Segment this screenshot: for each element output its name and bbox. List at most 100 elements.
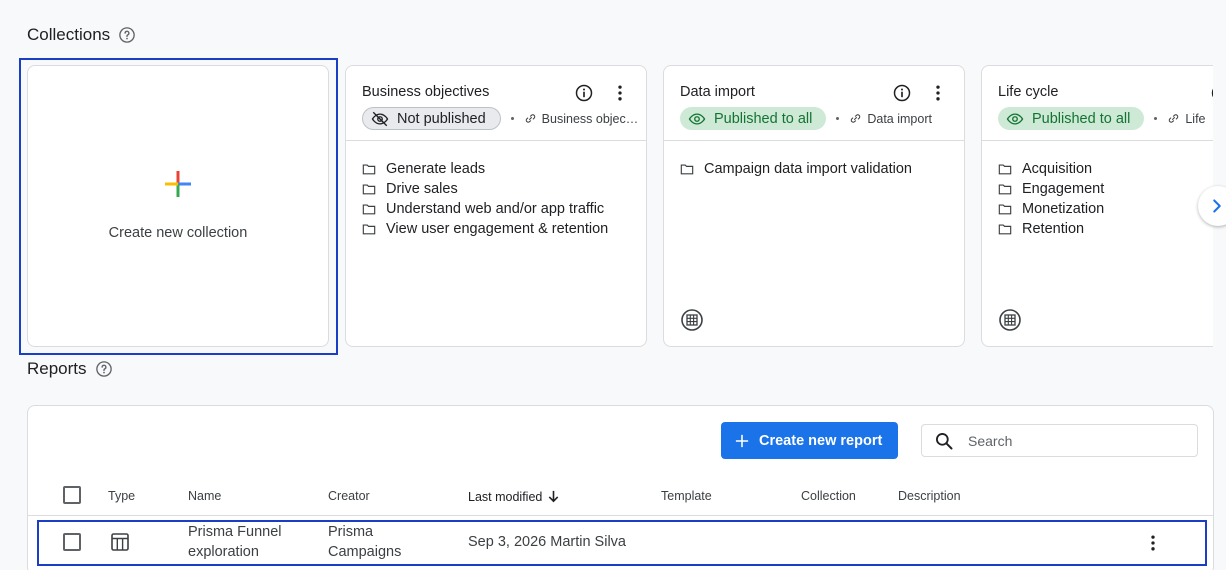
- multicolor-plus-icon: [165, 171, 191, 197]
- eye-icon: [1006, 112, 1024, 125]
- collection-item: Monetization: [998, 199, 1213, 219]
- help-circle-icon[interactable]: [118, 26, 136, 44]
- collections-carousel: Create new collection Business objective…: [19, 58, 1213, 358]
- template-label: Life: [1185, 111, 1206, 126]
- collection-item: Campaign data import validation: [680, 159, 964, 179]
- collection-card-business-objectives[interactable]: Business objectives Not published Busine…: [345, 65, 647, 347]
- collection-item-label: Understand web and/or app traffic: [386, 201, 605, 217]
- separator-dot: [1154, 117, 1158, 120]
- more-vert-icon[interactable]: [1143, 533, 1163, 553]
- folder-icon: [362, 184, 376, 195]
- collection-item: Engagement: [998, 179, 1213, 199]
- template-label: Data import: [867, 111, 932, 126]
- globe-grid-icon: [681, 309, 703, 331]
- row-checkbox[interactable]: [63, 533, 81, 551]
- collection-item: Drive sales: [362, 179, 646, 199]
- separator-dot: [836, 117, 840, 120]
- folder-icon: [998, 204, 1012, 215]
- report-creator-line: Prisma: [328, 524, 374, 540]
- folder-icon: [362, 224, 376, 235]
- info-icon[interactable]: [892, 83, 912, 103]
- help-circle-icon[interactable]: [95, 360, 113, 378]
- table-row[interactable]: Prisma Funnel exploration Prisma Campaig…: [28, 517, 1213, 567]
- globe-grid-icon: [999, 309, 1021, 331]
- column-description[interactable]: Description: [898, 489, 961, 503]
- arrow-down-icon: [549, 490, 559, 503]
- template-reference: Data import: [849, 112, 932, 126]
- status-label: Not published: [397, 110, 486, 127]
- collection-card-life-cycle[interactable]: Life cycle Published to all Life Acquisi…: [981, 65, 1213, 347]
- create-collection-label: Create new collection: [108, 225, 248, 241]
- plus-icon: [735, 434, 749, 447]
- column-collection[interactable]: Collection: [801, 489, 856, 503]
- info-icon[interactable]: [1210, 83, 1213, 103]
- report-last-modified: Sep 3, 2026 Martin Silva: [468, 534, 626, 550]
- collection-title: Data import: [680, 84, 755, 100]
- collections-heading: Collections: [27, 25, 136, 45]
- status-label: Published to all: [714, 110, 813, 127]
- separator-dot: [510, 117, 514, 120]
- collection-item: Generate leads: [362, 159, 646, 179]
- link-icon: [1169, 114, 1179, 123]
- reports-panel: Create new report Type Name Creator Last…: [27, 405, 1214, 570]
- collection-item-label: Generate leads: [386, 161, 486, 177]
- collection-item-label: View user engagement & retention: [386, 221, 609, 237]
- status-badge: Published to all: [680, 107, 827, 130]
- search-input[interactable]: [968, 432, 1168, 449]
- create-collection-card[interactable]: Create new collection: [27, 65, 329, 347]
- column-creator[interactable]: Creator: [328, 489, 370, 503]
- report-name[interactable]: Prisma Funnel exploration: [188, 522, 281, 562]
- collection-item-label: Campaign data import validation: [704, 161, 912, 177]
- collection-card-data-import[interactable]: Data import Published to all Data import…: [663, 65, 965, 347]
- column-last-modified-label: Last modified: [468, 489, 543, 504]
- template-reference: Life: [1167, 111, 1206, 126]
- reports-heading: Reports: [27, 359, 113, 379]
- search-icon: [936, 432, 953, 449]
- status-badge: Published to all: [998, 107, 1145, 130]
- folder-icon: [998, 224, 1012, 235]
- column-name[interactable]: Name: [188, 489, 221, 503]
- link-icon: [851, 114, 861, 123]
- more-vert-icon[interactable]: [928, 83, 948, 103]
- link-icon: [525, 114, 535, 123]
- column-last-modified[interactable]: Last modified: [468, 489, 561, 504]
- report-creator-line: Campaigns: [328, 544, 402, 560]
- more-vert-icon[interactable]: [610, 83, 630, 103]
- table-report-icon: [111, 533, 129, 551]
- folder-icon: [362, 164, 376, 175]
- reports-title: Reports: [27, 359, 87, 378]
- template-reference: Business objec…: [524, 111, 639, 126]
- folder-icon: [998, 184, 1012, 195]
- create-report-button[interactable]: Create new report: [721, 422, 898, 459]
- collection-title: Business objectives: [362, 84, 490, 100]
- table-header: Type Name Creator Last modified Template…: [28, 478, 1213, 516]
- collection-item-label: Drive sales: [386, 181, 458, 197]
- collection-item: Understand web and/or app traffic: [362, 199, 646, 219]
- column-template[interactable]: Template: [661, 489, 712, 503]
- status-badge: Not published: [362, 107, 501, 130]
- eye-off-icon: [371, 111, 389, 126]
- folder-icon: [362, 204, 376, 215]
- report-creator: Prisma Campaigns: [328, 522, 401, 562]
- select-all-checkbox[interactable]: [63, 486, 81, 504]
- collection-item: View user engagement & retention: [362, 219, 646, 239]
- collection-item: Retention: [998, 219, 1213, 239]
- collection-item-label: Acquisition: [1022, 161, 1093, 177]
- collection-item: Acquisition: [998, 159, 1213, 179]
- create-report-label: Create new report: [759, 432, 883, 449]
- eye-icon: [688, 112, 706, 125]
- report-name-line: Prisma Funnel: [188, 524, 282, 540]
- collection-item-label: Monetization: [1022, 201, 1105, 217]
- search-box[interactable]: [921, 424, 1198, 457]
- collection-item-label: Retention: [1022, 221, 1085, 237]
- column-type[interactable]: Type: [108, 489, 135, 503]
- info-icon[interactable]: [574, 83, 594, 103]
- collection-title: Life cycle: [998, 84, 1059, 100]
- folder-icon: [998, 164, 1012, 175]
- folder-icon: [680, 164, 694, 175]
- template-label: Business objec…: [541, 111, 639, 126]
- collections-title: Collections: [27, 25, 111, 44]
- chevron-right-icon: [1213, 199, 1221, 213]
- report-name-line: exploration: [188, 544, 259, 560]
- collection-item-label: Engagement: [1022, 181, 1105, 197]
